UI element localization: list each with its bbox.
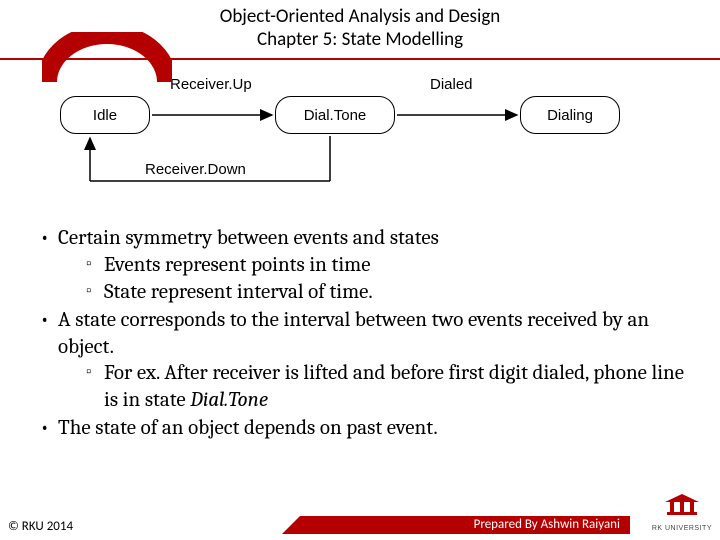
bullet-2: A state corresponds to the interval betw… — [40, 307, 690, 415]
label-dialed: Dialed — [430, 76, 473, 93]
university-logo-icon — [661, 492, 703, 520]
bullet-1: Certain symmetry between events and stat… — [40, 225, 690, 306]
bullet-1-sub-1: Events represent points in time — [86, 252, 690, 279]
footer-logo: RK UNIVERSITY — [652, 492, 712, 532]
slide-content: Certain symmetry between events and stat… — [40, 225, 690, 443]
bullet-2-sub-1: For ex. After receiver is lifted and bef… — [86, 360, 690, 414]
label-receiver-up: Receiver.Up — [170, 76, 252, 93]
bullet-1-sub-2: State represent interval of time. — [86, 279, 690, 306]
diagram-arrows — [20, 76, 660, 216]
slide-footer: © RKU 2014 Prepared By Ashwin Raiyani RK… — [0, 514, 720, 534]
footer-logo-text: RK UNIVERSITY — [652, 525, 712, 532]
decorative-arch — [42, 32, 172, 92]
bullet-3: The state of an object depends on past e… — [40, 415, 690, 442]
title-line-1: Object-Oriented Analysis and Design — [0, 6, 720, 29]
footer-prepared: Prepared By Ashwin Raiyani — [300, 516, 630, 534]
footer-copyright: © RKU 2014 — [8, 519, 73, 534]
state-diagram: Idle Dial.Tone Dialing Receiver.Up Diale… — [20, 76, 660, 216]
label-receiver-down: Receiver.Down — [145, 161, 246, 178]
